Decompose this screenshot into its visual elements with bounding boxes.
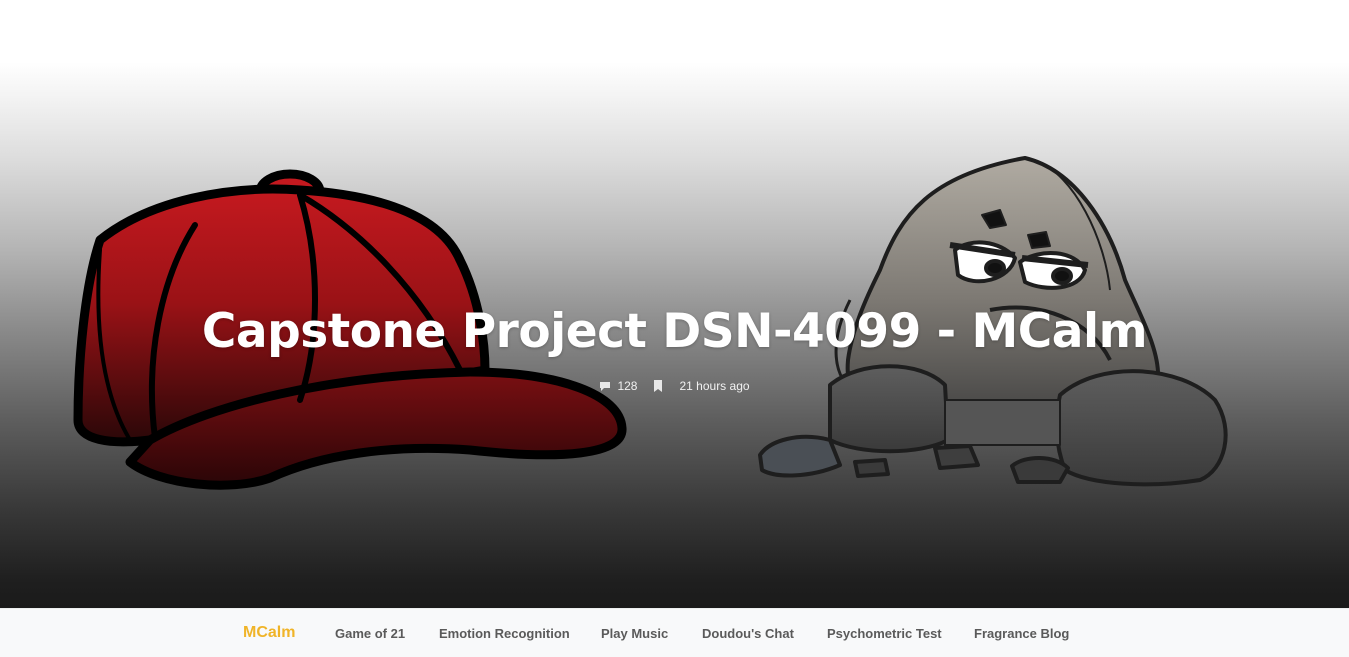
comment-icon <box>599 381 611 392</box>
post-time: 21 hours ago <box>679 379 750 393</box>
nav-item-game-of-21[interactable]: Game of 21 <box>335 626 405 641</box>
nav-item-psychometric-test[interactable]: Psychometric Test <box>827 626 942 641</box>
page-title: Capstone Project DSN-4099 - MCalm <box>201 304 1148 359</box>
post-meta: 128 21 hours ago <box>0 379 1349 393</box>
nav-item-emotion-recognition[interactable]: Emotion Recognition <box>439 626 570 641</box>
bottom-navbar: MCalm Game of 21 Emotion Recognition Pla… <box>0 608 1349 657</box>
nav-item-play-music[interactable]: Play Music <box>601 626 668 641</box>
comment-count: 128 <box>617 379 638 393</box>
bookmark-icon[interactable] <box>653 380 663 392</box>
nav-item-fragrance-blog[interactable]: Fragrance Blog <box>974 626 1069 641</box>
nav-item-doudous-chat[interactable]: Doudou's Chat <box>702 626 794 641</box>
brand-link[interactable]: MCalm <box>243 624 295 642</box>
hero-banner: Capstone Project DSN-4099 - MCalm 128 21… <box>0 0 1349 608</box>
